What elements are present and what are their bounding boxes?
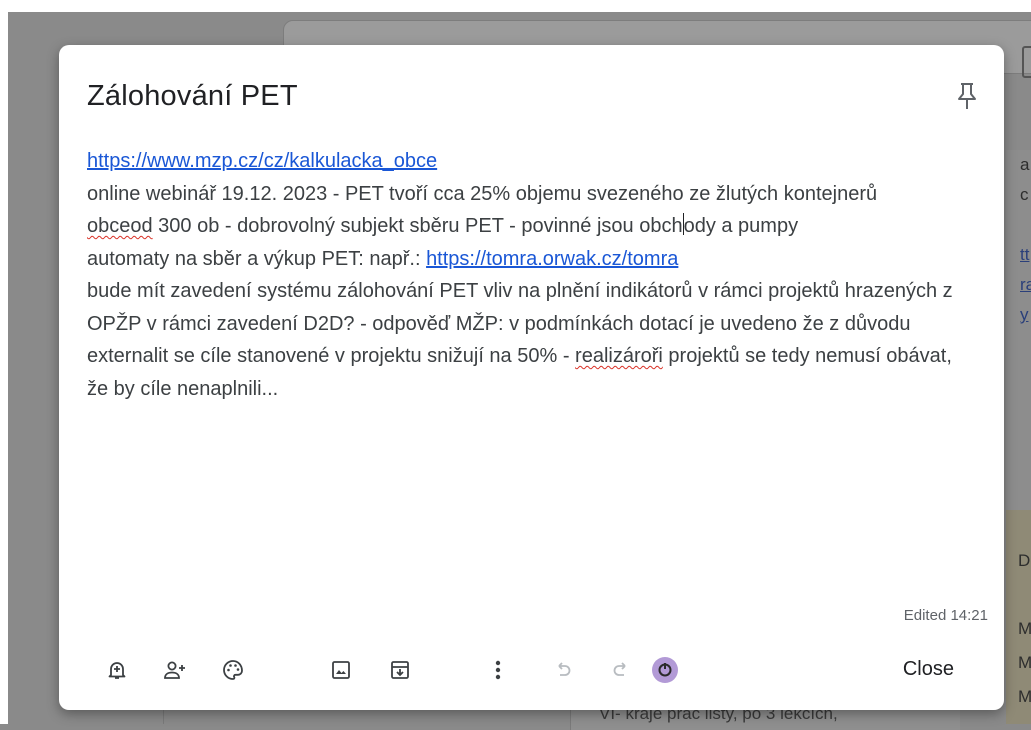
background-left-strip — [0, 12, 8, 724]
background-note-card: a c tt ra y — [1006, 150, 1031, 510]
background-view-toggle-icon — [1022, 46, 1031, 78]
background-note-card-yellow: De Ma M- M Sp — [1006, 510, 1031, 724]
note-line-obce: obceod 300 ob - dobrovolný subjekt sběru… — [87, 210, 977, 243]
spellcheck-word[interactable]: obceod — [87, 215, 153, 237]
background-card-line — [1006, 578, 1031, 612]
background-card-line: tt — [1020, 245, 1030, 264]
palette-icon[interactable] — [219, 656, 247, 684]
background-card-line: De — [1018, 551, 1031, 570]
note-text-fragment: 300 ob - dobrovolný subjekt sběru PET - … — [152, 215, 683, 237]
background-card-line: a — [1020, 155, 1030, 174]
note-line-automaty: automaty na sběr a výkup PET: např.: htt… — [87, 243, 977, 276]
note-link-tomra[interactable]: https://tomra.orwak.cz/tomra — [426, 248, 678, 270]
background-card-line: c — [1020, 185, 1029, 204]
extension-icon[interactable] — [651, 656, 679, 684]
note-line-projekt: bude mít zavedení systému zálohování PET… — [87, 275, 977, 405]
note-toolbar: Close — [59, 648, 1004, 692]
more-vert-icon[interactable] — [484, 656, 512, 684]
note-text-fragment: automaty na sběr a výkup PET: např.: — [87, 247, 427, 270]
archive-icon[interactable] — [386, 656, 414, 684]
pin-icon[interactable] — [954, 81, 980, 111]
undo-icon[interactable] — [549, 656, 577, 684]
note-line-webinar: online webinář 19.12. 2023 - PET tvoří c… — [87, 182, 878, 205]
background-card-line — [1006, 510, 1031, 544]
redo-icon[interactable] — [607, 656, 635, 684]
remind-me-icon[interactable] — [103, 656, 131, 684]
note-link-mzp[interactable]: https://www.mzp.cz/cz/kalkulacka_obce — [87, 150, 437, 172]
background-card-line: M — [1018, 687, 1031, 706]
background-top-strip — [0, 0, 1031, 12]
note-body[interactable]: https://www.mzp.cz/cz/kalkulacka_obce on… — [87, 145, 977, 405]
background-card-line: M- — [1018, 653, 1031, 672]
background-card-line: Ma — [1018, 619, 1031, 638]
edited-timestamp: Edited 14:21 — [903, 607, 988, 624]
background-card-line: ra — [1020, 275, 1031, 294]
note-editor-dialog: Zálohování PET https://www.mzp.cz/cz/kal… — [59, 45, 1004, 710]
background-card-line: y — [1020, 305, 1029, 324]
note-text-fragment: ody a pumpy — [683, 215, 799, 237]
collaborator-icon[interactable] — [161, 656, 189, 684]
background-card-line: Sp — [1006, 714, 1031, 724]
note-title[interactable]: Zálohování PET — [87, 80, 298, 113]
image-icon[interactable] — [327, 656, 355, 684]
background-card-line — [1006, 210, 1031, 240]
close-button[interactable]: Close — [903, 656, 954, 683]
spellcheck-word[interactable]: realizároři — [575, 345, 663, 367]
